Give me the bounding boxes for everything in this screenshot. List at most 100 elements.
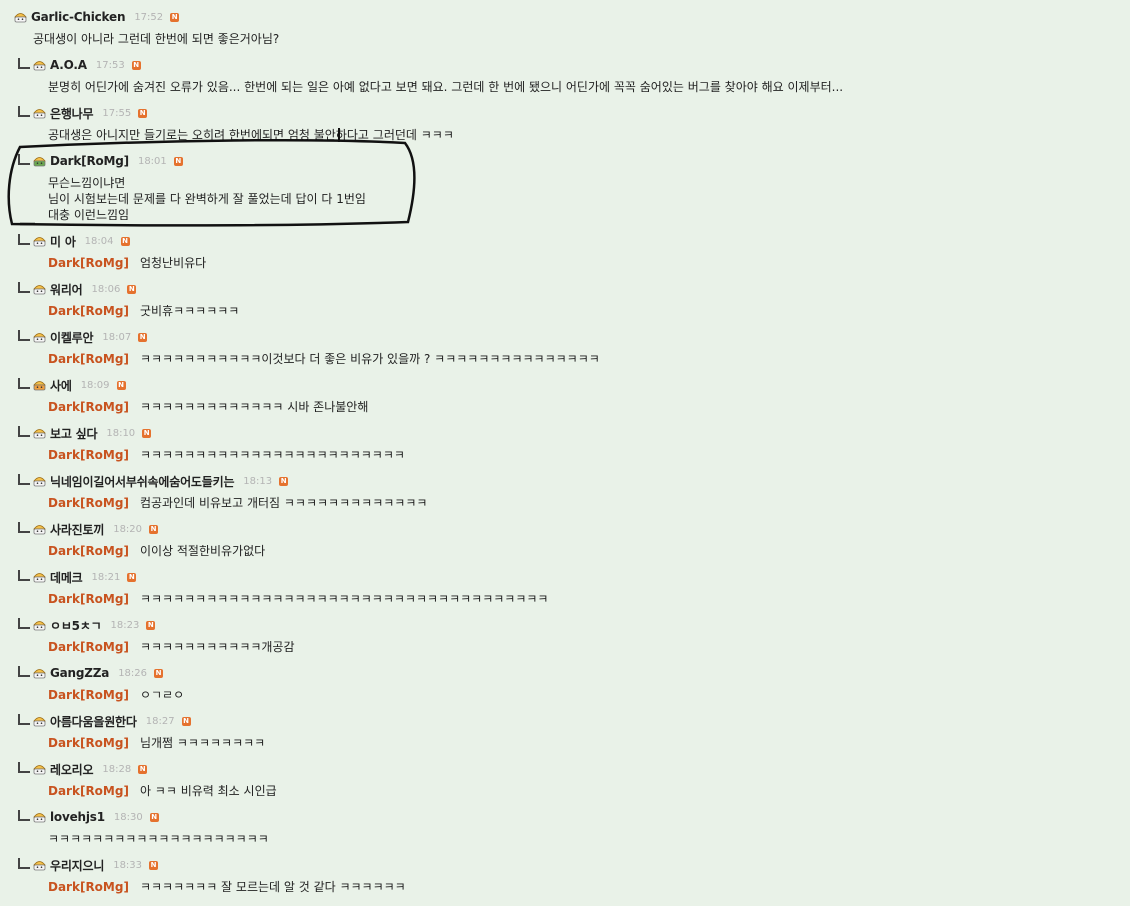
nickname[interactable]: 보고 싶다 bbox=[50, 425, 98, 442]
new-badge-icon: N bbox=[127, 572, 137, 582]
comment-body: ㅋㅋㅋㅋㅋㅋㅋㅋㅋㅋㅋㅋㅋㅋㅋㅋㅋㅋㅋㅋ bbox=[0, 826, 1120, 847]
reply-branch-icon bbox=[18, 521, 30, 533]
comment-item: 데메크 18:21 N Dark[RoMg] ㅋㅋㅋㅋㅋㅋㅋㅋㅋㅋㅋㅋㅋㅋㅋㅋㅋㅋㅋㅋㅋ… bbox=[0, 568, 1120, 607]
nickname[interactable]: GangZZa bbox=[50, 666, 109, 680]
comment-text: ㅋㅋㅋㅋㅋㅋㅋㅋㅋㅋㅋㅋㅋㅋㅋㅋㅋㅋㅋㅋㅋㅋㅋㅋㅋㅋㅋㅋㅋㅋㅋㅋㅋㅋㅋㅋㅋ bbox=[139, 592, 549, 606]
new-badge-icon: N bbox=[181, 716, 191, 726]
comment-line: Dark[RoMg] ㅇㄱㄹㅇ bbox=[48, 687, 1120, 703]
timestamp: 18:07 bbox=[102, 331, 132, 343]
comment-text: ㅋㅋㅋㅋㅋㅋㅋㅋㅋㅋㅋㅋㅋㅋㅋㅋㅋㅋㅋㅋ bbox=[48, 832, 269, 846]
user-level-icon bbox=[14, 11, 27, 23]
reply-branch-icon bbox=[18, 57, 30, 69]
nickname[interactable]: 미 아 bbox=[50, 233, 76, 250]
reply-branch-icon bbox=[18, 153, 30, 165]
nickname[interactable]: 닉네임이길어서부쉬속에숨어도들키는 bbox=[50, 473, 234, 490]
comment-item: 워리어 18:06 N Dark[RoMg] 굿비휴ㅋㅋㅋㅋㅋㅋ bbox=[0, 280, 1120, 319]
user-level-icon bbox=[33, 811, 46, 823]
mention-tag[interactable]: Dark[RoMg] bbox=[48, 544, 129, 558]
comment-header: A.O.A 17:53 N bbox=[0, 56, 1120, 74]
comment-item: 보고 싶다 18:10 N Dark[RoMg] ㅋㅋㅋㅋㅋㅋㅋㅋㅋㅋㅋㅋㅋㅋㅋㅋㅋㅋㅋ… bbox=[0, 424, 1120, 463]
timestamp: 17:55 bbox=[102, 107, 132, 119]
comment-header: 은행나무 17:55 N bbox=[0, 104, 1120, 122]
comment-header: 닉네임이길어서부쉬속에숨어도들키는 18:13 N bbox=[0, 472, 1120, 490]
nickname[interactable]: Dark[RoMg] bbox=[50, 154, 129, 168]
comment-text: 공대생이 아니라 그런데 한번에 되면 좋은거아님? bbox=[33, 32, 280, 46]
mention-tag[interactable]: Dark[RoMg] bbox=[48, 256, 129, 270]
user-level-icon bbox=[33, 667, 46, 679]
timestamp: 18:10 bbox=[106, 427, 136, 439]
user-level-icon bbox=[33, 379, 46, 391]
comment-text: ㅋㅋㅋㅋㅋㅋㅋㅋㅋㅋㅋ개공감 bbox=[139, 640, 295, 654]
new-badge-icon: N bbox=[279, 476, 289, 486]
mention-tag[interactable]: Dark[RoMg] bbox=[48, 400, 129, 414]
nickname[interactable]: 은행나무 bbox=[50, 105, 94, 122]
user-level-icon bbox=[33, 859, 46, 871]
comment-item: 사에 18:09 N Dark[RoMg] ㅋㅋㅋㅋㅋㅋㅋㅋㅋㅋㅋㅋㅋ 시바 존나불안해 bbox=[0, 376, 1120, 415]
mention-tag[interactable]: Dark[RoMg] bbox=[48, 496, 129, 510]
timestamp: 18:06 bbox=[91, 283, 121, 295]
timestamp: 18:04 bbox=[84, 235, 114, 247]
mention-tag[interactable]: Dark[RoMg] bbox=[48, 736, 129, 750]
reply-branch-icon bbox=[18, 713, 30, 725]
comment-text: 굿비휴ㅋㅋㅋㅋㅋㅋ bbox=[139, 304, 240, 318]
nickname[interactable]: lovehjs1 bbox=[50, 810, 105, 824]
mention-tag[interactable]: Dark[RoMg] bbox=[48, 688, 129, 702]
new-badge-icon: N bbox=[127, 284, 137, 294]
user-level-icon bbox=[33, 427, 46, 439]
nickname[interactable]: 우리지으니 bbox=[50, 857, 104, 874]
comment-item: 레오리오 18:28 N Dark[RoMg] 아 ㅋㅋ 비유력 최소 시인급 bbox=[0, 760, 1120, 799]
comment-text: ㅋㅋㅋㅋㅋㅋㅋㅋㅋㅋㅋ이것보다 더 좋은 비유가 있을까 ? ㅋㅋㅋㅋㅋㅋㅋㅋㅋ… bbox=[139, 352, 600, 366]
reply-branch-icon bbox=[18, 233, 30, 245]
nickname[interactable]: 아름다움을원한다 bbox=[50, 713, 137, 730]
comment-item: ㅇㅂ5ㅊㄱ 18:23 N Dark[RoMg] ㅋㅋㅋㅋㅋㅋㅋㅋㅋㅋㅋ개공감 bbox=[0, 616, 1120, 655]
nickname[interactable]: ㅇㅂ5ㅊㄱ bbox=[50, 617, 102, 634]
nickname[interactable]: 사라진토끼 bbox=[50, 521, 104, 538]
nickname[interactable]: 이켈루안 bbox=[50, 329, 94, 346]
mention-tag[interactable]: Dark[RoMg] bbox=[48, 352, 129, 366]
mention-tag[interactable]: Dark[RoMg] bbox=[48, 784, 129, 798]
mention-tag[interactable]: Dark[RoMg] bbox=[48, 448, 129, 462]
timestamp: 18:26 bbox=[118, 667, 148, 679]
comment-text: 무슨느낌이냐면 bbox=[48, 176, 126, 190]
timestamp: 18:21 bbox=[91, 571, 121, 583]
mention-tag[interactable]: Dark[RoMg] bbox=[48, 592, 129, 606]
nickname[interactable]: 워리어 bbox=[50, 281, 83, 298]
comment-header: Garlic-Chicken 17:52 N bbox=[0, 8, 1120, 26]
nickname[interactable]: 사에 bbox=[50, 377, 72, 394]
comment-line: Dark[RoMg] 컴공과인데 비유보고 개터짐 ㅋㅋㅋㅋㅋㅋㅋㅋㅋㅋㅋㅋㅋ bbox=[48, 495, 1120, 511]
mention-tag[interactable]: Dark[RoMg] bbox=[48, 304, 129, 318]
mention-tag[interactable]: Dark[RoMg] bbox=[48, 880, 129, 894]
timestamp: 18:13 bbox=[243, 475, 273, 487]
comment-item: Garlic-Chicken 17:52 N 공대생이 아니라 그런데 한번에 되면 … bbox=[0, 8, 1120, 47]
comment-body: Dark[RoMg] 엄청난비유다 bbox=[0, 250, 1120, 271]
reply-branch-icon bbox=[18, 617, 30, 629]
comment-line: Dark[RoMg] ㅋㅋㅋㅋㅋㅋㅋㅋㅋㅋㅋㅋㅋㅋㅋㅋㅋㅋㅋㅋㅋㅋㅋㅋㅋㅋㅋㅋㅋㅋ… bbox=[48, 591, 1120, 607]
comment-header: ㅇㅂ5ㅊㄱ 18:23 N bbox=[0, 616, 1120, 634]
comment-text: 대충 이런느낌임 bbox=[48, 208, 130, 222]
nickname[interactable]: A.O.A bbox=[50, 58, 87, 72]
comment-body: Dark[RoMg] ㅋㅋㅋㅋㅋㅋㅋㅋㅋㅋㅋㅋㅋㅋㅋㅋㅋㅋㅋㅋㅋㅋㅋㅋ bbox=[0, 442, 1120, 463]
user-level-icon bbox=[33, 715, 46, 727]
comment-line: Dark[RoMg] ㅋㅋㅋㅋㅋㅋㅋㅋㅋㅋㅋ개공감 bbox=[48, 639, 1120, 655]
comment-text: 님개쩜 ㅋㅋㅋㅋㅋㅋㅋㅋ bbox=[139, 736, 266, 750]
comment-body: Dark[RoMg] 이이상 적절한비유가없다 bbox=[0, 538, 1120, 559]
comment-line: 공대생은 아니지만 들기로는 오히려 한번에되면 엄청 불안하다고 그러던데 ㅋ… bbox=[48, 127, 1120, 143]
comment-header: 아름다움을원한다 18:27 N bbox=[0, 712, 1120, 730]
comment-body: Dark[RoMg] 컴공과인데 비유보고 개터짐 ㅋㅋㅋㅋㅋㅋㅋㅋㅋㅋㅋㅋㅋ bbox=[0, 490, 1120, 511]
comment-item: 닉네임이길어서부쉬속에숨어도들키는 18:13 N Dark[RoMg] 컴공과인데 비… bbox=[0, 472, 1120, 511]
comment-line: 무슨느낌이냐면 bbox=[48, 175, 1120, 191]
mention-tag[interactable]: Dark[RoMg] bbox=[48, 640, 129, 654]
nickname[interactable]: 데메크 bbox=[50, 569, 83, 586]
comment-header: GangZZa 18:26 N bbox=[0, 664, 1120, 682]
new-badge-icon: N bbox=[116, 380, 126, 390]
reply-branch-icon bbox=[18, 809, 30, 821]
nickname[interactable]: 레오리오 bbox=[50, 761, 94, 778]
timestamp: 18:33 bbox=[113, 859, 143, 871]
nickname[interactable]: Garlic-Chicken bbox=[31, 10, 126, 24]
user-level-icon bbox=[33, 107, 46, 119]
reply-branch-icon bbox=[18, 105, 30, 117]
comment-header: Dark[RoMg] 18:01 N bbox=[0, 152, 1120, 170]
reply-branch-icon bbox=[18, 473, 30, 485]
timestamp: 17:53 bbox=[95, 59, 125, 71]
comment-header: 사에 18:09 N bbox=[0, 376, 1120, 394]
